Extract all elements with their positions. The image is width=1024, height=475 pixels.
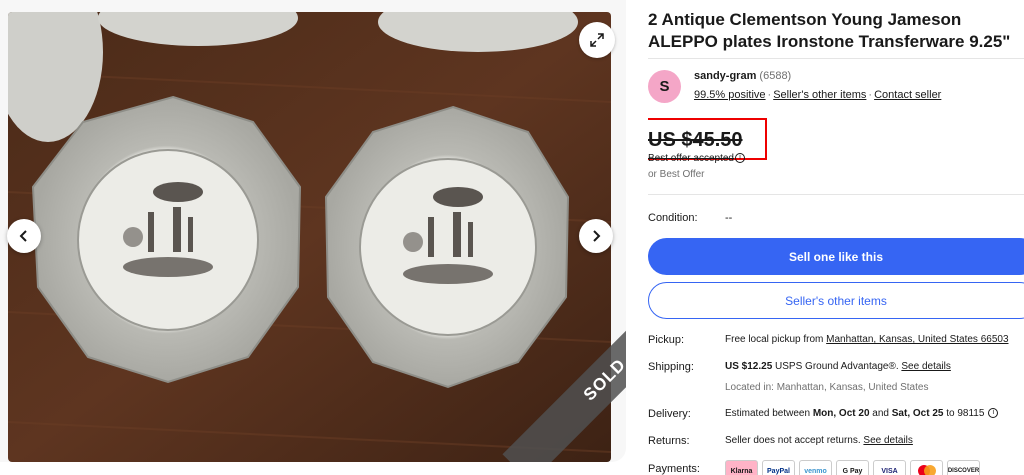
returns-label: Returns: (648, 435, 690, 447)
chevron-left-icon (19, 230, 27, 242)
payment-methods: Klarna PayPal venmo G Pay VISA DISCOVER (725, 460, 980, 475)
delivery-label: Delivery: (648, 408, 691, 420)
shipping-label: Shipping: (648, 361, 694, 373)
visa-logo: VISA (873, 460, 906, 475)
delivery-info-icon[interactable]: i (988, 408, 999, 419)
shipping-cost: US $12.25 (725, 361, 773, 372)
contact-seller-link[interactable]: Contact seller (874, 89, 941, 101)
seller-avatar[interactable]: S (648, 70, 681, 103)
sell-one-like-this-button[interactable]: Sell one like this (648, 238, 1024, 275)
returns-value: Seller does not accept returns. See deta… (725, 435, 913, 446)
shipping-location: Located in: Manhattan, Kansas, United St… (725, 382, 929, 393)
condition-label: Condition: (648, 212, 698, 224)
returns-details-link[interactable]: See details (863, 435, 912, 446)
previous-image-button[interactable] (7, 219, 41, 253)
sellers-other-items-button[interactable]: Seller's other items (648, 282, 1024, 319)
or-best-offer-label: or Best Offer (648, 169, 705, 180)
pickup-value: Free local pickup from Manhattan, Kansas… (725, 334, 1009, 345)
shipping-details-link[interactable]: See details (901, 361, 950, 372)
pickup-location-link[interactable]: Manhattan, Kansas, United States 66503 (826, 334, 1008, 345)
chevron-right-icon (593, 230, 601, 242)
expand-image-button[interactable] (579, 22, 615, 58)
delivery-value: Estimated between Mon, Oct 20 and Sat, O… (725, 408, 999, 419)
listing-title: 2 Antique Clementson Young Jameson ALEPP… (648, 10, 1011, 51)
divider (648, 194, 1024, 195)
item-price: US $45.50 (648, 129, 743, 151)
condition-value: -- (725, 212, 733, 224)
google-pay-logo: G Pay (836, 460, 869, 475)
seller-other-items-link[interactable]: Seller's other items (773, 89, 866, 101)
expand-icon (590, 33, 604, 47)
best-offer-accepted-label: Best offer accepted i (648, 153, 745, 164)
next-image-button[interactable] (579, 219, 613, 253)
item-details-panel: 2 Antique Clementson Young Jameson ALEPP… (648, 0, 1024, 475)
listing-photo[interactable] (8, 12, 611, 462)
payments-label: Payments: (648, 463, 700, 475)
divider (648, 58, 1024, 59)
klarna-logo: Klarna (725, 460, 758, 475)
seller-name[interactable]: sandy-gram (694, 70, 756, 82)
discover-logo: DISCOVER (947, 460, 980, 475)
seller-links: 99.5% positive · Seller's other items · Cont… (694, 89, 942, 101)
seller-info: sandy-gram (6588) (694, 70, 791, 82)
venmo-logo: venmo (799, 460, 832, 475)
seller-positive-link[interactable]: 99.5% positive (694, 89, 766, 101)
pickup-label: Pickup: (648, 334, 685, 346)
seller-feedback-count: (6588) (759, 70, 792, 82)
info-icon[interactable]: i (734, 153, 745, 164)
paypal-logo: PayPal (762, 460, 795, 475)
image-gallery: SOLD (0, 0, 626, 462)
mastercard-logo (910, 460, 943, 475)
shipping-value: US $12.25 USPS Ground Advantage®. See de… (725, 361, 951, 372)
